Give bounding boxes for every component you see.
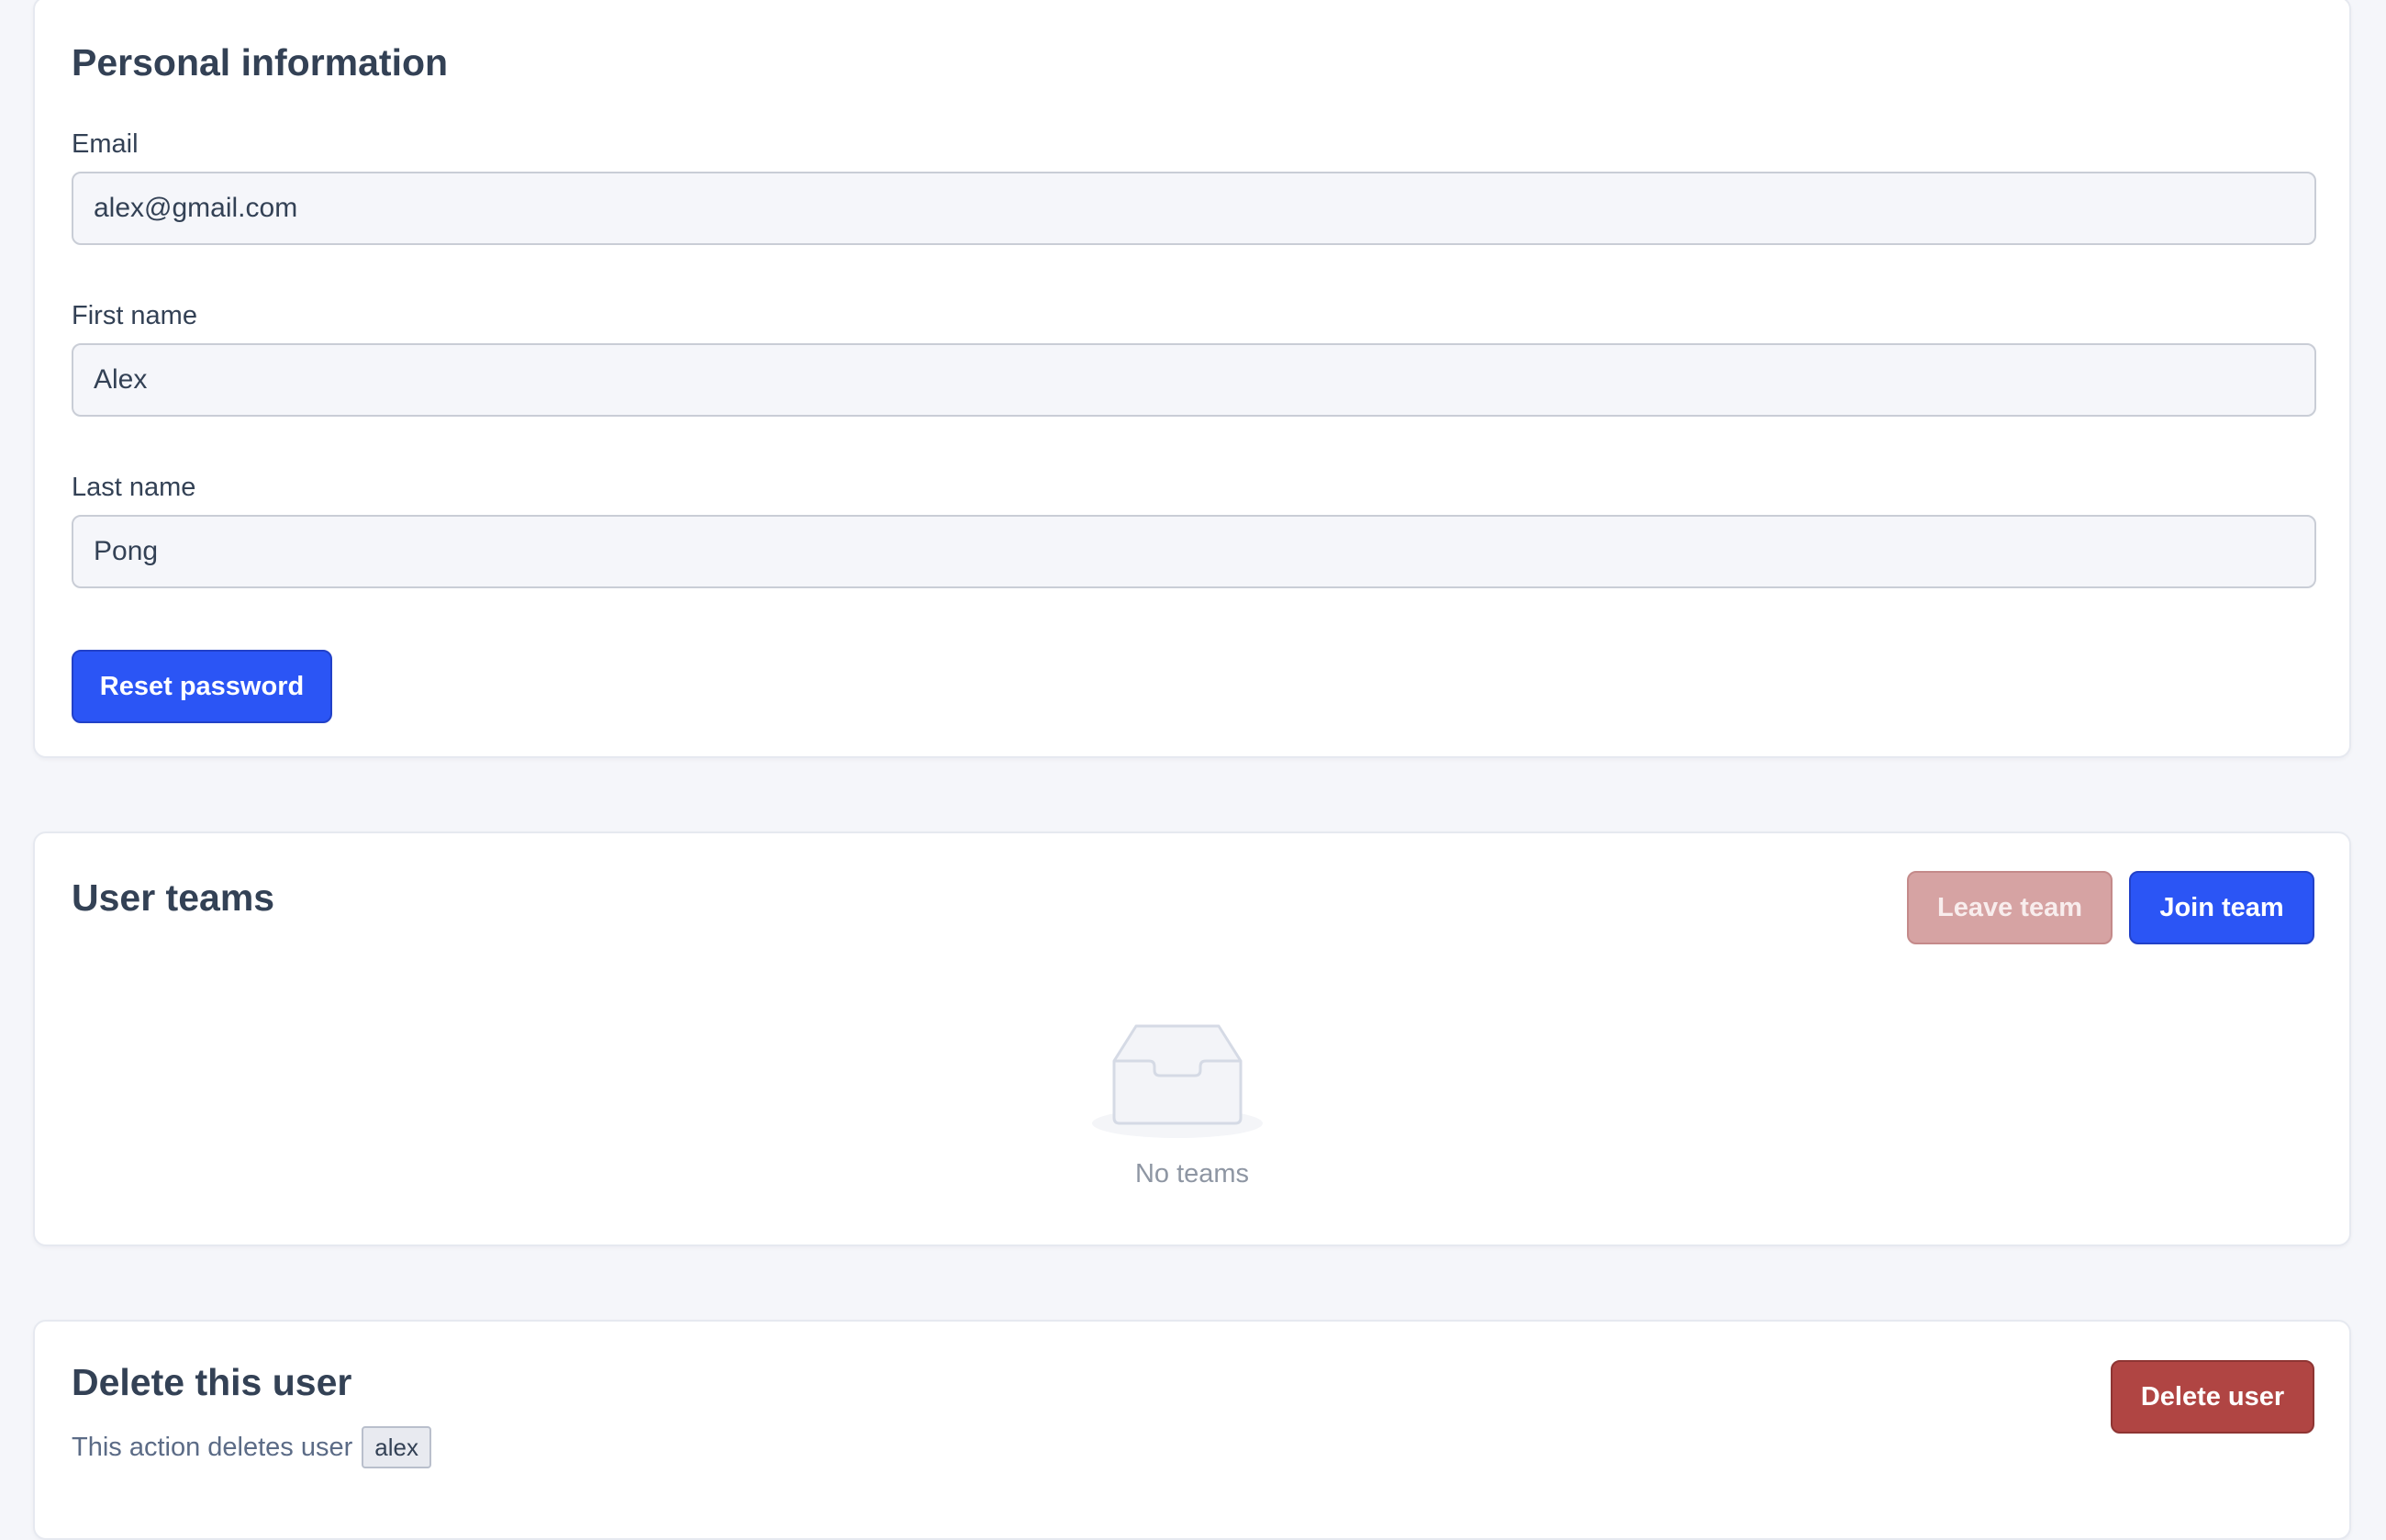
empty-state-text: No teams [1134, 1159, 1250, 1188]
personal-information-card: Personal information Email First name La… [33, 0, 2351, 758]
delete-user-card: Delete this user This action deletes use… [33, 1320, 2351, 1540]
delete-user-description-text: This action deletes user [72, 1432, 353, 1462]
first-name-field[interactable] [72, 343, 2316, 417]
leave-team-button[interactable]: Leave team [1907, 871, 2113, 944]
personal-information-title: Personal information [72, 41, 449, 84]
reset-password-button[interactable]: Reset password [72, 650, 332, 723]
last-name-field[interactable] [72, 515, 2316, 588]
last-name-label: Last name [72, 473, 196, 502]
user-teams-card: User teams Leave team Join team No teams [33, 831, 2351, 1246]
inbox-tray-icon [1090, 1022, 1265, 1142]
delete-user-description: This action deletes user alex [72, 1426, 431, 1468]
user-teams-title: User teams [72, 876, 275, 919]
email-label: Email [72, 129, 139, 159]
username-tag: alex [362, 1426, 431, 1468]
delete-user-title: Delete this user [72, 1361, 352, 1403]
first-name-label: First name [72, 301, 197, 330]
join-team-button[interactable]: Join team [2129, 871, 2314, 944]
delete-user-button[interactable]: Delete user [2111, 1360, 2314, 1434]
email-field[interactable] [72, 172, 2316, 245]
